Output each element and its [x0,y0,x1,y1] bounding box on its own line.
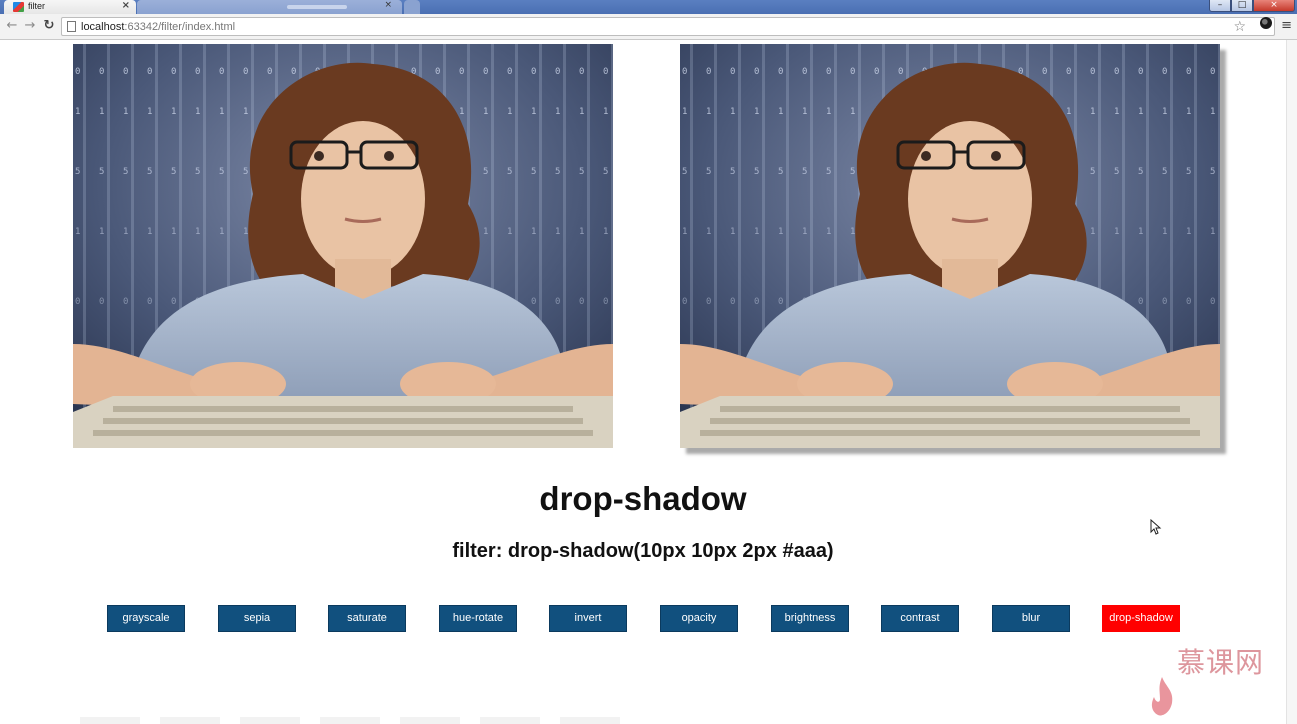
extension-icon[interactable] [1260,17,1272,29]
bookmark-star-icon[interactable]: ☆ [1233,18,1246,36]
tab-title: filter [28,1,46,11]
filter-button-opacity[interactable]: opacity [660,605,738,632]
filter-button-drop-shadow[interactable]: drop-shadow [1102,605,1180,632]
boy-at-keyboard-picture-filtered [680,44,1220,448]
favicon-icon [13,2,24,12]
filter-button-saturate[interactable]: saturate [328,605,406,632]
flame-logo-icon [1151,677,1173,716]
original-image: 0 1 5 1 0 [73,44,613,448]
tab-active[interactable]: filter × [4,0,136,14]
back-icon[interactable]: ← [4,17,20,35]
page-scrollbar[interactable] [1286,40,1297,724]
browser-toolbar: ← → ↻ localhost:63342/filter/index.html … [0,14,1297,40]
filter-button-invert[interactable]: invert [549,605,627,632]
bottom-fade [80,717,640,724]
filter-button-grayscale[interactable]: grayscale [107,605,185,632]
tab-close-icon[interactable]: × [122,0,130,11]
tab-background-close-icon[interactable]: × [384,0,392,10]
address-bar[interactable]: localhost:63342/filter/index.html ☆ [61,17,1275,36]
boy-at-keyboard-picture: 0 1 5 1 0 [73,44,613,448]
page-viewport: 0 1 5 1 0 [0,40,1286,724]
effect-title: drop-shadow [539,480,747,517]
filter-button-blur[interactable]: blur [992,605,1070,632]
filtered-image-drop-shadow [680,44,1220,448]
filter-button-brightness[interactable]: brightness [771,605,849,632]
page-icon [67,21,76,32]
cursor-icon [1150,519,1162,535]
tab-strip: filter × × – □ × [0,0,1297,14]
filter-button-sepia[interactable]: sepia [218,605,296,632]
filter-css-caption: filter: drop-shadow(10px 10px 2px #aaa) [452,540,834,562]
tab-background-title [287,5,347,9]
new-tab-button[interactable] [404,0,420,14]
forward-icon[interactable]: → [22,17,38,35]
menu-icon[interactable]: ≡ [1281,17,1292,35]
watermark-text: 慕课网 [1177,646,1265,679]
reload-icon[interactable]: ↻ [41,17,57,35]
filter-button-hue-rotate[interactable]: hue-rotate [439,605,517,632]
url-text[interactable]: localhost:63342/filter/index.html [81,19,235,35]
filter-button-contrast[interactable]: contrast [881,605,959,632]
tab-background[interactable]: × [137,0,402,14]
window-maximize-button[interactable]: □ [1231,0,1253,12]
window-close-button[interactable]: × [1253,0,1295,12]
filter-button-row: grayscale sepia saturate hue-rotate invert op… [0,605,1286,633]
window-minimize-button[interactable]: – [1209,0,1231,12]
